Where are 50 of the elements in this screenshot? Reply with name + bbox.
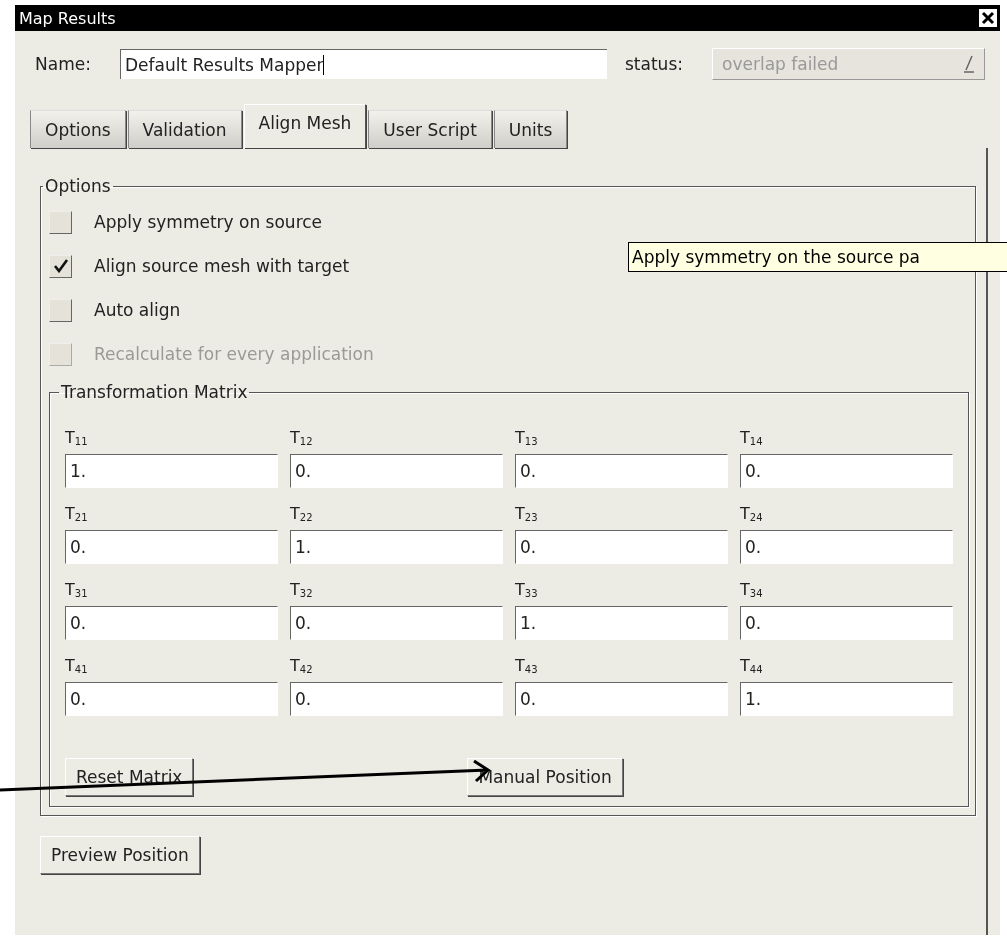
matrix-input-field[interactable]: 0. bbox=[515, 530, 728, 564]
matrix-input-field[interactable]: 1. bbox=[290, 530, 503, 564]
matrix-label: T$_{12}$ bbox=[290, 428, 314, 449]
window-title: Map Results bbox=[19, 8, 116, 28]
tab[interactable]: User Script bbox=[368, 110, 492, 148]
name-input-field[interactable]: Default Results Mapper bbox=[120, 49, 607, 79]
checkbox-label: Auto align bbox=[94, 300, 181, 320]
matrix-label: T$_{14}$ bbox=[740, 428, 764, 449]
matrix-input-field[interactable]: 0. bbox=[515, 682, 728, 716]
matrix-input-field[interactable]: 0. bbox=[740, 530, 953, 564]
name-label: Name: bbox=[35, 54, 92, 74]
matrix-input-field[interactable]: 1. bbox=[515, 606, 728, 640]
matrix-input-field[interactable]: 0. bbox=[65, 606, 278, 640]
matrix-input-field[interactable]: 0. bbox=[290, 682, 503, 716]
matrix-input-field[interactable]: 0. bbox=[740, 606, 953, 640]
matrix-label: T$_{44}$ bbox=[740, 656, 764, 677]
matrix-label: T$_{32}$ bbox=[290, 580, 314, 601]
matrix-label: T$_{11}$ bbox=[65, 428, 89, 449]
matrix-label: T$_{41}$ bbox=[65, 656, 89, 677]
matrix-label: T$_{34}$ bbox=[740, 580, 764, 601]
matrix-label: T$_{42}$ bbox=[290, 656, 314, 677]
matrix-label: T$_{23}$ bbox=[515, 504, 539, 525]
matrix-input-field[interactable]: 1. bbox=[65, 454, 278, 488]
group-title: Options bbox=[44, 176, 112, 196]
matrix-input-field[interactable]: 0. bbox=[65, 682, 278, 716]
matrix-input-field[interactable]: 1. bbox=[740, 682, 953, 716]
tab[interactable]: Units bbox=[493, 110, 568, 148]
matrix-label: T$_{43}$ bbox=[515, 656, 539, 677]
matrix-input-field[interactable]: 0. bbox=[290, 606, 503, 640]
push-button[interactable]: Preview Position bbox=[40, 836, 200, 874]
matrix-label: T$_{24}$ bbox=[740, 504, 764, 525]
matrix-input-field[interactable]: 0. bbox=[515, 454, 728, 488]
status-label: status: bbox=[625, 54, 684, 74]
tooltip: Apply symmetry on the source pa bbox=[628, 242, 1007, 272]
matrix-label: T$_{13}$ bbox=[515, 428, 539, 449]
matrix-input-field[interactable]: 0. bbox=[290, 454, 503, 488]
tab[interactable]: Align Mesh bbox=[243, 104, 367, 148]
matrix-label: T$_{22}$ bbox=[290, 504, 314, 525]
matrix-input-field[interactable]: 0. bbox=[740, 454, 953, 488]
tab[interactable]: Validation bbox=[127, 110, 242, 148]
checkbox-label: Recalculate for every application bbox=[94, 344, 374, 364]
push-button[interactable]: Reset Matrix bbox=[65, 758, 194, 796]
matrix-label: T$_{33}$ bbox=[515, 580, 539, 601]
checkbox-label: Apply symmetry on source bbox=[94, 212, 323, 232]
matrix-label: T$_{21}$ bbox=[65, 504, 89, 525]
checkbox-label: Align source mesh with target bbox=[94, 256, 350, 276]
matrix-label: T$_{31}$ bbox=[65, 580, 89, 601]
matrix-input-field[interactable]: 0. bbox=[65, 530, 278, 564]
tab[interactable]: Options bbox=[30, 110, 126, 148]
group-title: Transformation Matrix bbox=[60, 382, 249, 402]
